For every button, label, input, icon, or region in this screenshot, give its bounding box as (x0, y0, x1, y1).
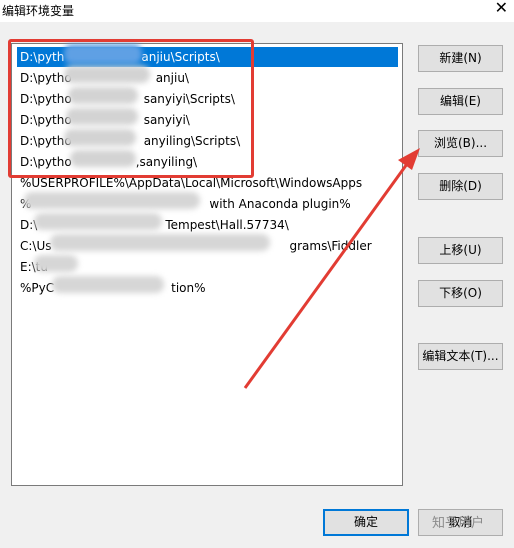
list-item[interactable]: D:\pytho sanyiyi\ (17, 110, 398, 130)
list-item[interactable]: D:\ Tempest\Hall.57734\ (17, 215, 398, 235)
list-item[interactable]: % with Anaconda plugin% (17, 194, 398, 214)
list-item[interactable]: C:\Us grams\Fiddler (17, 236, 398, 256)
close-icon[interactable]: ✕ (495, 0, 508, 17)
watermark: 知乎用户 (432, 516, 485, 531)
edit-button[interactable]: 编辑(E) (418, 88, 503, 115)
path-list[interactable]: D:\pyth anjiu\Scripts\ D:\pytho anjiu\ D:\… (11, 43, 403, 486)
list-item[interactable]: D:\pytho sanyiyi\Scripts\ (17, 89, 398, 109)
list-item[interactable]: D:\pyth anjiu\Scripts\ (17, 47, 398, 67)
edit-text-button[interactable]: 编辑文本(T)... (418, 343, 503, 370)
list-item[interactable]: %USERPROFILE%\AppData\Local\Microsoft\Wi… (17, 173, 398, 193)
title-bar: 编辑环境变量 ✕ (0, 0, 514, 22)
window-title: 编辑环境变量 (2, 4, 75, 18)
list-item[interactable]: D:\pytho anyiling\Scripts\ (17, 131, 398, 151)
browse-button[interactable]: 浏览(B)... (418, 130, 503, 157)
list-item[interactable]: %PyC tion% (17, 278, 398, 298)
list-item[interactable]: E:\tu (17, 257, 398, 277)
list-item[interactable]: D:\pytho anjiu\ (17, 68, 398, 88)
new-button[interactable]: 新建(N) (418, 45, 503, 72)
delete-button[interactable]: 删除(D) (418, 173, 503, 200)
move-up-button[interactable]: 上移(U) (418, 237, 503, 264)
list-item[interactable]: D:\pytho ,sanyiling\ (17, 152, 398, 172)
move-down-button[interactable]: 下移(O) (418, 280, 503, 307)
ok-button[interactable]: 确定 (323, 509, 409, 536)
